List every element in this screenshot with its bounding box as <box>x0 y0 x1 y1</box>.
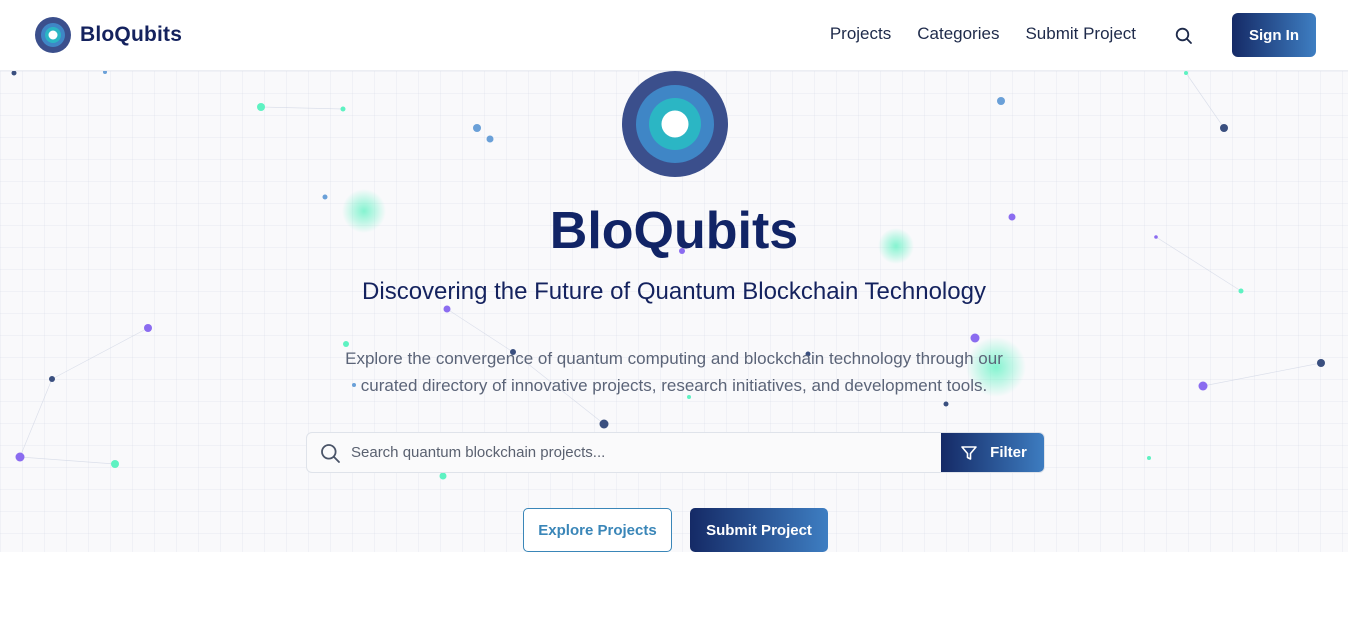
brand-link[interactable]: BloQubits <box>35 17 182 53</box>
sign-in-button[interactable]: Sign In <box>1232 13 1316 57</box>
filter-label: Filter <box>990 444 1027 461</box>
search-input[interactable] <box>351 433 939 472</box>
search-icon <box>321 444 340 463</box>
bloqubits-hero-logo-icon <box>622 71 728 177</box>
brand-name: BloQubits <box>80 23 183 46</box>
submit-project-button[interactable]: Submit Project <box>690 508 828 552</box>
filter-button[interactable]: Filter <box>941 433 1044 472</box>
top-navbar: BloQubits Projects Categories Submit Pro… <box>0 0 1348 71</box>
filter-icon <box>961 445 977 460</box>
bloqubits-logo-icon <box>35 17 71 53</box>
nav-link-projects[interactable]: Projects <box>830 24 891 44</box>
nav-link-categories[interactable]: Categories <box>917 24 999 44</box>
hero-subtitle: Discovering the Future of Quantum Blockc… <box>362 278 986 305</box>
hero-description: Explore the convergence of quantum compu… <box>345 349 1003 395</box>
hero-section: BloQubits Discovering the Future of Quan… <box>0 71 1348 552</box>
explore-projects-button[interactable]: Explore Projects <box>523 508 672 552</box>
project-search-bar: Filter <box>306 432 1045 473</box>
nav-links: Projects Categories Submit Project <box>830 24 1136 44</box>
search-icon[interactable] <box>1174 26 1194 46</box>
nav-link-submit-project[interactable]: Submit Project <box>1025 24 1136 44</box>
hero-title: BloQubits <box>549 202 799 260</box>
